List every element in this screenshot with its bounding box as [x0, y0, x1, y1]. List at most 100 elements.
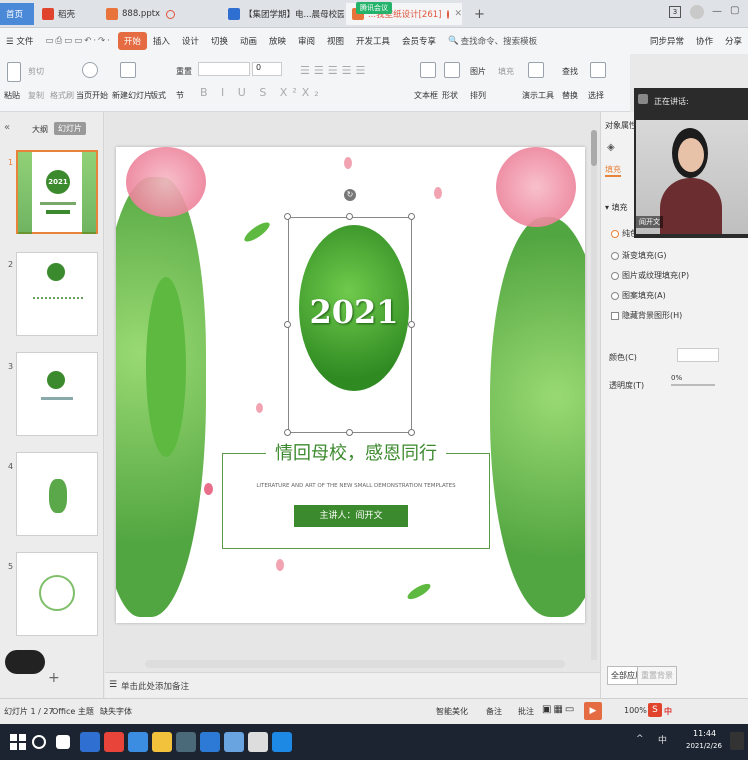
resize-handle[interactable]: [284, 321, 291, 328]
rotate-handle-icon[interactable]: ↻: [344, 189, 356, 201]
collapse-panel-icon[interactable]: «: [4, 122, 10, 133]
option-pattern[interactable]: 图案填充(A): [611, 290, 666, 301]
floating-toolbar[interactable]: [5, 650, 45, 674]
tab-fill[interactable]: 填充: [605, 164, 621, 177]
missing-font-button[interactable]: 缺失字体: [100, 706, 132, 717]
meeting-badge[interactable]: 腾讯会议: [356, 2, 392, 14]
shape-button[interactable]: 形状: [442, 90, 458, 101]
menu-transition[interactable]: 切换: [205, 35, 234, 47]
menu-member[interactable]: 会员专享: [396, 35, 442, 47]
new-tab-button[interactable]: +: [468, 3, 484, 25]
clock-date[interactable]: 2021/2/26: [686, 742, 722, 750]
outline-tab[interactable]: 大纲: [32, 124, 48, 135]
comment-toggle[interactable]: 批注: [518, 706, 534, 717]
paste-icon[interactable]: [7, 62, 21, 82]
window-count-badge[interactable]: 3: [669, 6, 681, 18]
meeting-video-window[interactable]: 正在讲话: 阎开文: [634, 88, 748, 238]
minimize-icon[interactable]: —: [712, 6, 722, 17]
clock-time[interactable]: 11:44: [693, 729, 716, 738]
paragraph-icons[interactable]: ☰☰☰☰☰: [300, 64, 369, 77]
file-explorer-icon[interactable]: [152, 732, 172, 752]
windows-start-icon[interactable]: [8, 732, 28, 752]
tab-file[interactable]: 888.pptx: [100, 3, 218, 25]
menu-animation[interactable]: 动画: [234, 35, 263, 47]
replace-button[interactable]: 替换: [562, 90, 578, 101]
maximize-icon[interactable]: ▢: [730, 5, 739, 16]
from-current-button[interactable]: 当页开始: [76, 90, 108, 101]
fill-button[interactable]: 填充: [498, 66, 514, 77]
browser-icon[interactable]: [128, 732, 148, 752]
font-style-icons[interactable]: B I U S X²X₂: [200, 86, 324, 99]
slide-thumbnail-2[interactable]: [16, 252, 98, 336]
copy-button[interactable]: 复制: [28, 90, 44, 101]
shape-icon[interactable]: [444, 62, 460, 78]
color-picker[interactable]: [677, 348, 719, 362]
slide-canvas[interactable]: ↻ 2021 情回母校，感恩同行 LITERATURE AND ART OF T…: [116, 147, 585, 623]
theme-name[interactable]: Office 主题: [52, 706, 94, 717]
sync-status[interactable]: 同步异常: [644, 35, 690, 47]
layout-button[interactable]: 版式: [150, 90, 166, 101]
app-icon[interactable]: [200, 732, 220, 752]
transparency-slider[interactable]: [671, 384, 715, 386]
resize-handle[interactable]: [408, 213, 415, 220]
slide-thumbnail-4[interactable]: [16, 452, 98, 536]
app-icon[interactable]: [176, 732, 196, 752]
resize-handle[interactable]: [284, 213, 291, 220]
format-painter-button[interactable]: 格式刷: [50, 90, 74, 101]
reset-button[interactable]: 重置: [176, 66, 192, 77]
option-picture[interactable]: 图片或纹理填充(P): [611, 270, 689, 281]
option-gradient[interactable]: 渐变填充(G): [611, 250, 666, 261]
app-icon[interactable]: [248, 732, 268, 752]
tab-docer[interactable]: 稻壳: [36, 3, 96, 25]
zoom-level[interactable]: 100%: [624, 706, 647, 715]
notification-icon[interactable]: [730, 732, 744, 750]
font-name-input[interactable]: [198, 62, 250, 76]
tray-expand-icon[interactable]: ^: [636, 734, 644, 744]
ime-mode[interactable]: 中: [664, 706, 672, 717]
avatar[interactable]: [690, 5, 704, 19]
collab-button[interactable]: 协作: [690, 35, 719, 47]
select-icon[interactable]: [590, 62, 606, 78]
paste-button[interactable]: 粘贴: [4, 90, 20, 101]
textbox-button[interactable]: 文本框: [414, 90, 438, 101]
slide-title[interactable]: 情回母校，感恩同行: [266, 439, 446, 465]
ime-logo-icon[interactable]: S: [648, 703, 662, 717]
slides-tab[interactable]: 幻灯片: [54, 122, 86, 135]
menu-file[interactable]: ☰ 文件: [0, 35, 39, 47]
fill-section-header[interactable]: ▾ 填充: [605, 202, 628, 213]
quick-access-icons[interactable]: ▭⎙▭▭↶·↷·: [39, 36, 118, 46]
slide-thumbnail-3[interactable]: [16, 352, 98, 436]
present-tools-icon[interactable]: [528, 62, 544, 78]
presenter-label[interactable]: 主讲人：阎开文: [294, 505, 408, 527]
new-slide-button[interactable]: 新建幻灯片: [112, 90, 152, 101]
search-command[interactable]: 🔍 查找命令、搜索模板: [448, 35, 537, 47]
menu-design[interactable]: 设计: [176, 35, 205, 47]
app-icon[interactable]: [224, 732, 244, 752]
resize-handle[interactable]: [408, 321, 415, 328]
section-button[interactable]: 节: [176, 90, 184, 101]
view-mode-icons[interactable]: ▣▦▭: [542, 704, 576, 715]
resize-handle[interactable]: [284, 429, 291, 436]
font-size-input[interactable]: 0: [252, 62, 282, 76]
smart-beautify-button[interactable]: 智能美化: [436, 706, 468, 717]
vertical-scrollbar-thumb[interactable]: [591, 130, 597, 166]
menu-start[interactable]: 开始: [117, 32, 147, 50]
new-slide-icon[interactable]: [120, 62, 136, 78]
play-icon[interactable]: [82, 62, 98, 78]
menu-dev[interactable]: 开发工具: [350, 35, 396, 47]
tab-web[interactable]: 【集团学期】电...晨母校园话活动: [222, 3, 344, 25]
resize-handle[interactable]: [346, 429, 353, 436]
notes-toggle[interactable]: 备注: [486, 706, 502, 717]
find-button[interactable]: 查找: [562, 66, 578, 77]
slide-subtitle[interactable]: LITERATURE AND ART OF THE NEW SMALL DEMO…: [226, 483, 486, 489]
resize-handle[interactable]: [346, 213, 353, 220]
menu-review[interactable]: 审阅: [292, 35, 321, 47]
arrange-button[interactable]: 排列: [470, 90, 486, 101]
menu-insert[interactable]: 插入: [147, 35, 176, 47]
share-button[interactable]: 分享: [719, 35, 748, 47]
vertical-scrollbar[interactable]: [591, 130, 597, 660]
hide-bg-checkbox[interactable]: 隐藏背景图形(H): [611, 310, 682, 321]
picture-button[interactable]: 图片: [470, 66, 486, 77]
tencent-meeting-icon[interactable]: [272, 732, 292, 752]
play-slideshow-icon[interactable]: ▶: [584, 702, 602, 720]
